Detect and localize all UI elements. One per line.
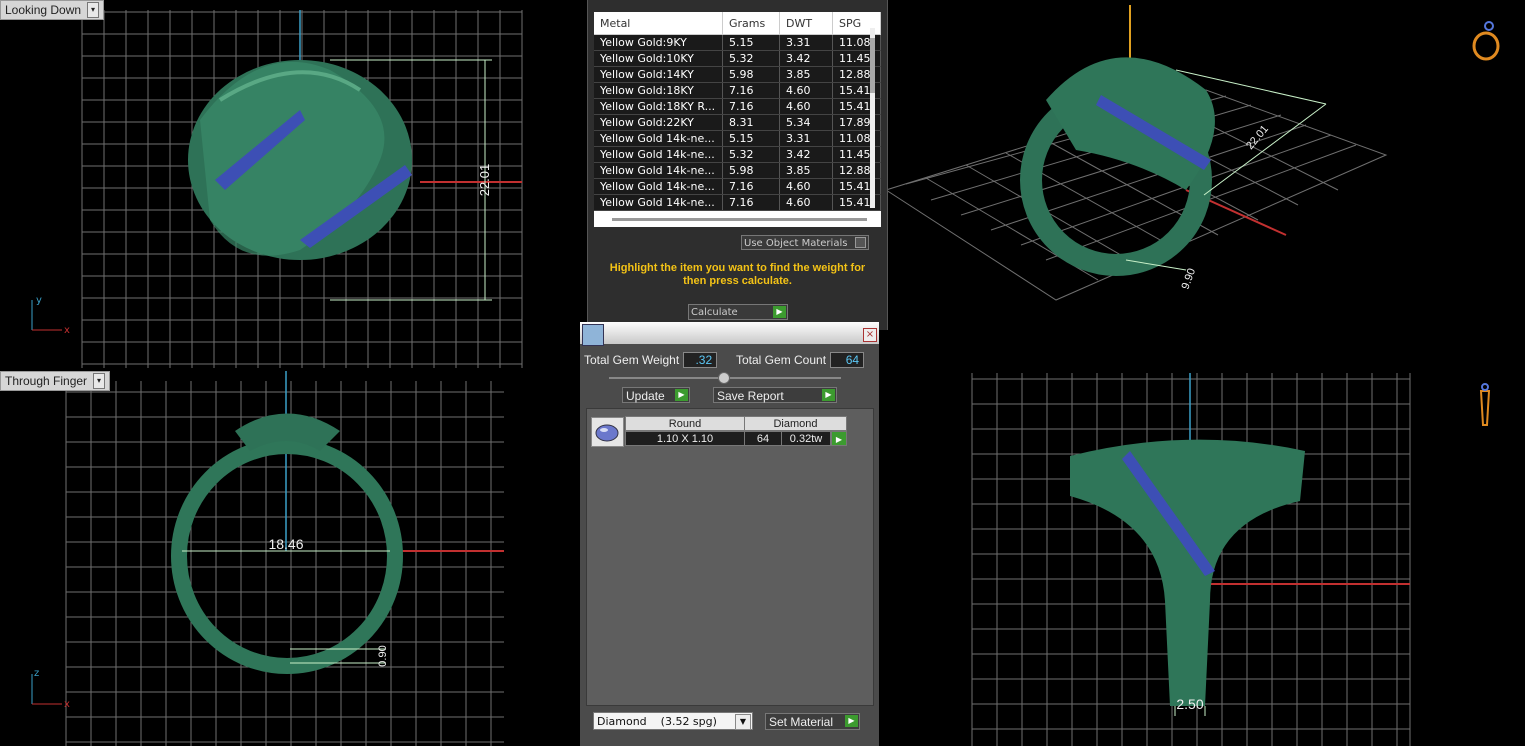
gem-count[interactable]: 64 bbox=[744, 431, 782, 446]
perspective-scene: 22.01 9.90 bbox=[886, 5, 1388, 301]
metal-weight-panel: Metal Grams DWT SPG Yellow Gold:9KY 5.15 3… bbox=[587, 0, 888, 330]
total-gem-count-value: 64 bbox=[830, 352, 865, 368]
gem-size[interactable]: 1.10 X 1.10 bbox=[625, 431, 745, 446]
svg-text:z: z bbox=[34, 668, 39, 679]
horizontal-scrollbar[interactable] bbox=[612, 218, 867, 221]
close-icon[interactable]: × bbox=[863, 328, 877, 342]
update-button[interactable]: Update ▶ bbox=[622, 387, 690, 403]
column-header-metal[interactable]: Metal bbox=[594, 12, 723, 35]
table-row[interactable]: Yellow Gold 14k-ne... 5.98 3.85 12.88 bbox=[594, 162, 881, 179]
ring-model-perspective bbox=[1020, 57, 1215, 276]
vertical-scrollbar[interactable] bbox=[870, 28, 875, 208]
dimension-shank-width: 2.50 bbox=[1176, 696, 1203, 712]
table-row[interactable]: Yellow Gold:18KY 7.16 4.60 15.41 bbox=[594, 82, 881, 99]
dimension-width: 9.90 bbox=[1180, 267, 1199, 291]
gem-weight[interactable]: 0.32tw bbox=[781, 431, 831, 446]
use-object-materials-toggle[interactable]: Use Object Materials bbox=[741, 235, 869, 250]
scrollbar-thumb[interactable] bbox=[870, 38, 875, 93]
gem-report-panel: × Total Gem Weight .32 Total Gem Count 64 … bbox=[580, 322, 879, 746]
table-row[interactable]: Yellow Gold:10KY 5.32 3.42 11.45 bbox=[594, 50, 881, 67]
gem-material-select[interactable]: Diamond (3.52 spg) ▼ bbox=[593, 712, 753, 730]
dimension-inner-diameter: 18.46 bbox=[268, 536, 303, 552]
slider-handle[interactable] bbox=[718, 372, 730, 384]
slider[interactable] bbox=[609, 372, 841, 384]
viewport-label-through-finger[interactable]: Through Finger ▾ bbox=[0, 371, 111, 391]
svg-text:x: x bbox=[64, 699, 70, 710]
set-material-button[interactable]: Set Material ▶ bbox=[765, 713, 860, 730]
table-row[interactable]: Yellow Gold:9KY 5.15 3.31 11.08 bbox=[594, 34, 881, 51]
table-row[interactable]: Yellow Gold:22KY 8.31 5.34 17.89 bbox=[594, 114, 881, 131]
viewport-perspective[interactable]: 22.01 9.90 bbox=[886, 0, 1525, 368]
column-header-grams[interactable]: Grams bbox=[722, 12, 780, 35]
table-row[interactable]: Yellow Gold 14k-ne... 5.32 3.42 11.45 bbox=[594, 146, 881, 163]
ring-model-top bbox=[188, 60, 412, 260]
viewport-looking-down[interactable]: 22.01 y x Looking Down ▾ bbox=[0, 0, 586, 368]
through-finger-scene: 18.46 0.90 z x bbox=[31, 371, 504, 746]
svg-text:y: y bbox=[36, 295, 42, 306]
table-row[interactable]: Yellow Gold:18KY R... 7.16 4.60 15.41 bbox=[594, 98, 881, 115]
gem-material-header: Diamond bbox=[744, 416, 847, 431]
table-row[interactable]: Yellow Gold 14k-ne... 5.15 3.31 11.08 bbox=[594, 130, 881, 147]
total-gem-count: Total Gem Count 64 bbox=[736, 352, 865, 368]
dimension-shank-thickness: 0.90 bbox=[377, 645, 389, 666]
play-arrow-icon: ▶ bbox=[773, 306, 786, 318]
gem-row-go-button[interactable]: ▶ bbox=[831, 431, 847, 446]
total-gem-weight: Total Gem Weight .32 bbox=[584, 352, 718, 368]
gem-report-icon bbox=[582, 324, 604, 346]
calculate-hint: Highlight the item you want to find the … bbox=[609, 262, 866, 287]
gem-panel-titlebar[interactable]: × bbox=[580, 322, 879, 346]
looking-down-scene: 22.01 y x bbox=[31, 10, 523, 368]
gem-list[interactable]: Round Diamond 1.10 X 1.10 64 0.32tw ▶ bbox=[586, 408, 874, 706]
chevron-down-icon[interactable]: ▾ bbox=[87, 1, 100, 18]
table-row[interactable]: Yellow Gold 14k-ne... 7.16 4.60 15.41 bbox=[594, 178, 881, 195]
table-row[interactable]: Yellow Gold:14KY 5.98 3.85 12.88 bbox=[594, 66, 881, 83]
calculate-button[interactable]: Calculate ▶ bbox=[688, 304, 788, 320]
probe-orientation-icon[interactable] bbox=[1475, 383, 1495, 433]
total-gem-weight-value: .32 bbox=[683, 352, 718, 368]
save-report-button[interactable]: Save Report ▶ bbox=[713, 387, 837, 403]
svg-text:x: x bbox=[64, 325, 70, 336]
gem-thumbnail[interactable] bbox=[591, 417, 624, 447]
play-arrow-icon: ▶ bbox=[675, 389, 688, 401]
dimension-height: 22.01 bbox=[477, 164, 492, 197]
metal-weight-table[interactable]: Metal Grams DWT SPG Yellow Gold:9KY 5.15 3… bbox=[594, 12, 881, 227]
chevron-down-icon[interactable]: ▼ bbox=[735, 714, 751, 730]
ring-orientation-icon[interactable] bbox=[1471, 20, 1501, 62]
checkbox[interactable] bbox=[855, 237, 866, 248]
side-scene: 2.50 bbox=[971, 373, 1411, 746]
column-header-dwt[interactable]: DWT bbox=[779, 12, 833, 35]
viewport-label-looking-down[interactable]: Looking Down ▾ bbox=[0, 0, 105, 20]
table-row[interactable]: Yellow Gold 14k-ne... 7.16 4.60 15.41 bbox=[594, 194, 881, 211]
play-arrow-icon: ▶ bbox=[845, 715, 858, 727]
chevron-down-icon[interactable]: ▾ bbox=[93, 372, 106, 389]
gem-shape-header: Round bbox=[625, 416, 745, 431]
ring-model-profile bbox=[1070, 439, 1305, 706]
viewport-side[interactable]: 2.50 bbox=[880, 371, 1525, 746]
viewport-through-finger[interactable]: 18.46 0.90 z x Through Finger ▾ bbox=[0, 371, 580, 746]
play-arrow-icon: ▶ bbox=[822, 389, 835, 401]
